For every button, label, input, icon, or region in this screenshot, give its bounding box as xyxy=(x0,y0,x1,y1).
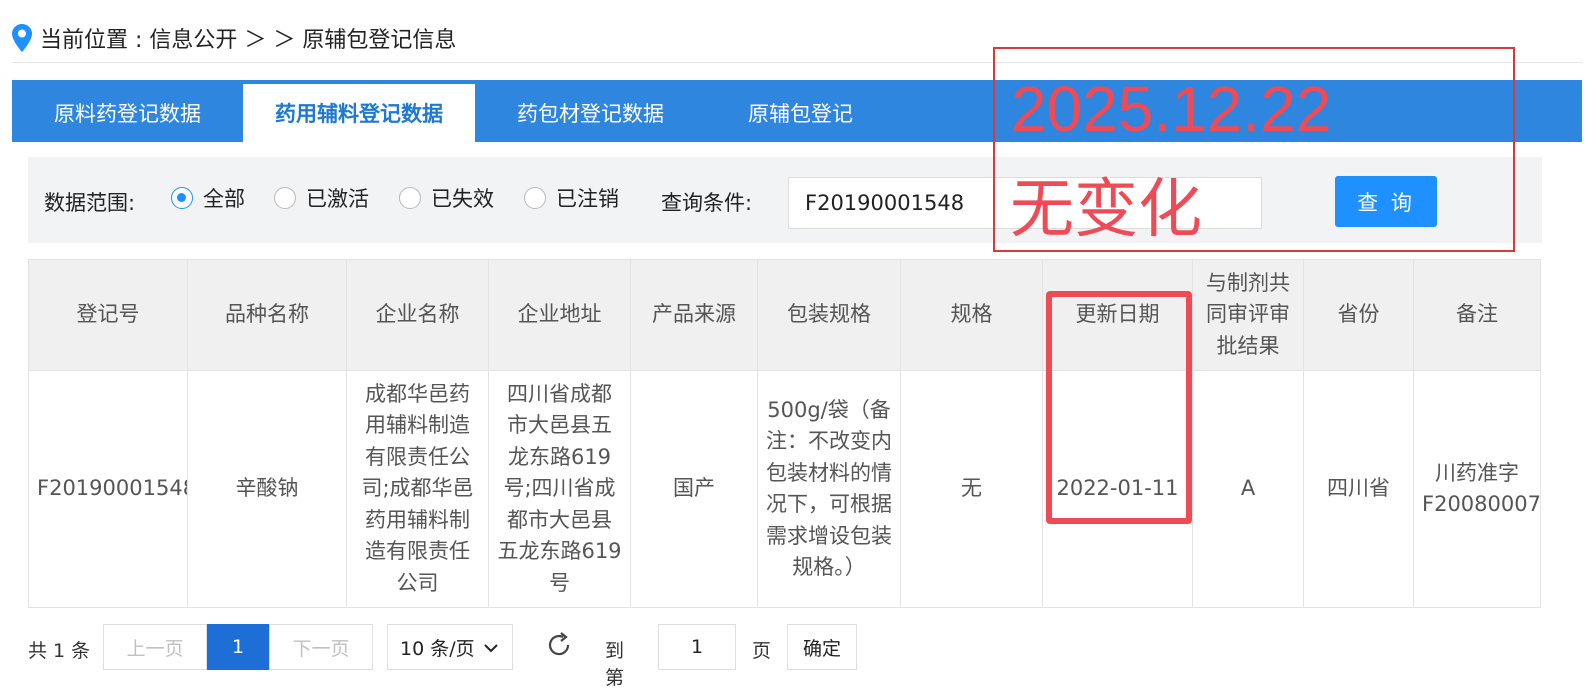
column-header: 品种名称 xyxy=(187,259,347,371)
annotation-note: 无变化 xyxy=(1010,173,1202,247)
current-page-button[interactable]: 1 xyxy=(207,624,269,670)
radio-label: 已激活 xyxy=(306,187,369,211)
page-label: 页 xyxy=(752,640,772,662)
radio-label: 已注销 xyxy=(556,187,619,211)
goto-label: 到第 xyxy=(605,640,625,689)
table-cell: F20190001548 xyxy=(28,370,188,608)
radio-dot[interactable] xyxy=(171,187,193,209)
page-size-select[interactable]: 10 条/页 xyxy=(387,624,513,670)
next-page-button[interactable]: 下一页 xyxy=(269,624,373,670)
tab-packaging-registration[interactable]: 药包材登记数据 xyxy=(475,84,706,142)
annotation-date: 2025.12.22 xyxy=(1011,73,1332,145)
radio-dot[interactable] xyxy=(274,187,296,209)
radio-label: 全部 xyxy=(203,187,245,211)
total-count: 共 1 条 xyxy=(28,640,91,662)
registration-table: 登记号 品种名称 企业名称 企业地址 产品来源 包装规格 规格 更新日期 与制剂… xyxy=(28,259,1541,608)
table-cell: 川药准字F20080007 xyxy=(1413,370,1541,608)
table-cell: 辛酸钠 xyxy=(187,370,347,608)
table-cell: 500g/袋（备注：不改变内包装材料的情况下，可根据需求增设包装规格。） xyxy=(757,370,901,608)
radio-expired[interactable]: 已失效 xyxy=(399,183,494,213)
goto-page-input[interactable] xyxy=(658,624,736,670)
scope-label: 数据范围: xyxy=(44,191,136,215)
column-header: 与制剂共同审评审批结果 xyxy=(1192,259,1304,371)
location-pin-icon xyxy=(12,24,32,52)
radio-all[interactable]: 全部 xyxy=(171,183,245,213)
column-header: 企业名称 xyxy=(346,259,489,371)
confirm-button[interactable]: 确定 xyxy=(787,624,857,670)
column-header: 规格 xyxy=(900,259,1043,371)
breadcrumb-text: 当前位置 : 信息公开 ＞ ＞ 原辅包登记信息 xyxy=(40,28,457,53)
radio-dot[interactable] xyxy=(399,187,421,209)
table-cell: 国产 xyxy=(630,370,758,608)
column-header: 省份 xyxy=(1303,259,1414,371)
table-header-row: 登记号 品种名称 企业名称 企业地址 产品来源 包装规格 规格 更新日期 与制剂… xyxy=(28,259,1541,371)
refresh-icon[interactable] xyxy=(544,630,574,660)
column-header: 登记号 xyxy=(28,259,188,371)
column-header: 企业地址 xyxy=(488,259,631,371)
tab-api-registration[interactable]: 原料药登记数据 xyxy=(12,84,243,142)
table-row: F20190001548 辛酸钠 成都华邑药用辅料制造有限责任公司;成都华邑药用… xyxy=(28,370,1541,608)
table-cell: 四川省成都市大邑县五龙东路619号;四川省成都市大邑县五龙东路619号 xyxy=(488,370,631,608)
column-header: 包装规格 xyxy=(757,259,901,371)
radio-dot[interactable] xyxy=(524,187,546,209)
column-header: 产品来源 xyxy=(630,259,758,371)
radio-cancelled[interactable]: 已注销 xyxy=(524,183,619,213)
chevron-down-icon xyxy=(484,644,498,653)
tab-excipient-registration[interactable]: 药用辅料登记数据 xyxy=(243,84,475,142)
page-size-value: 10 条/页 xyxy=(400,637,475,660)
table-cell: 成都华邑药用辅料制造有限责任公司;成都华邑药用辅料制造有限责任公司 xyxy=(346,370,489,608)
prev-page-button[interactable]: 上一页 xyxy=(103,624,207,670)
column-header: 备注 xyxy=(1413,259,1541,371)
radio-label: 已失效 xyxy=(431,187,494,211)
breadcrumb: 当前位置 : 信息公开 ＞ ＞ 原辅包登记信息 xyxy=(10,18,456,58)
tab-combined-registration[interactable]: 原辅包登记 xyxy=(706,84,895,142)
radio-active[interactable]: 已激活 xyxy=(274,183,369,213)
table-cell: 无 xyxy=(900,370,1043,608)
table-cell: A xyxy=(1192,370,1304,608)
update-date-highlight xyxy=(1046,291,1192,524)
table-cell: 四川省 xyxy=(1303,370,1414,608)
query-label: 查询条件: xyxy=(661,191,753,215)
